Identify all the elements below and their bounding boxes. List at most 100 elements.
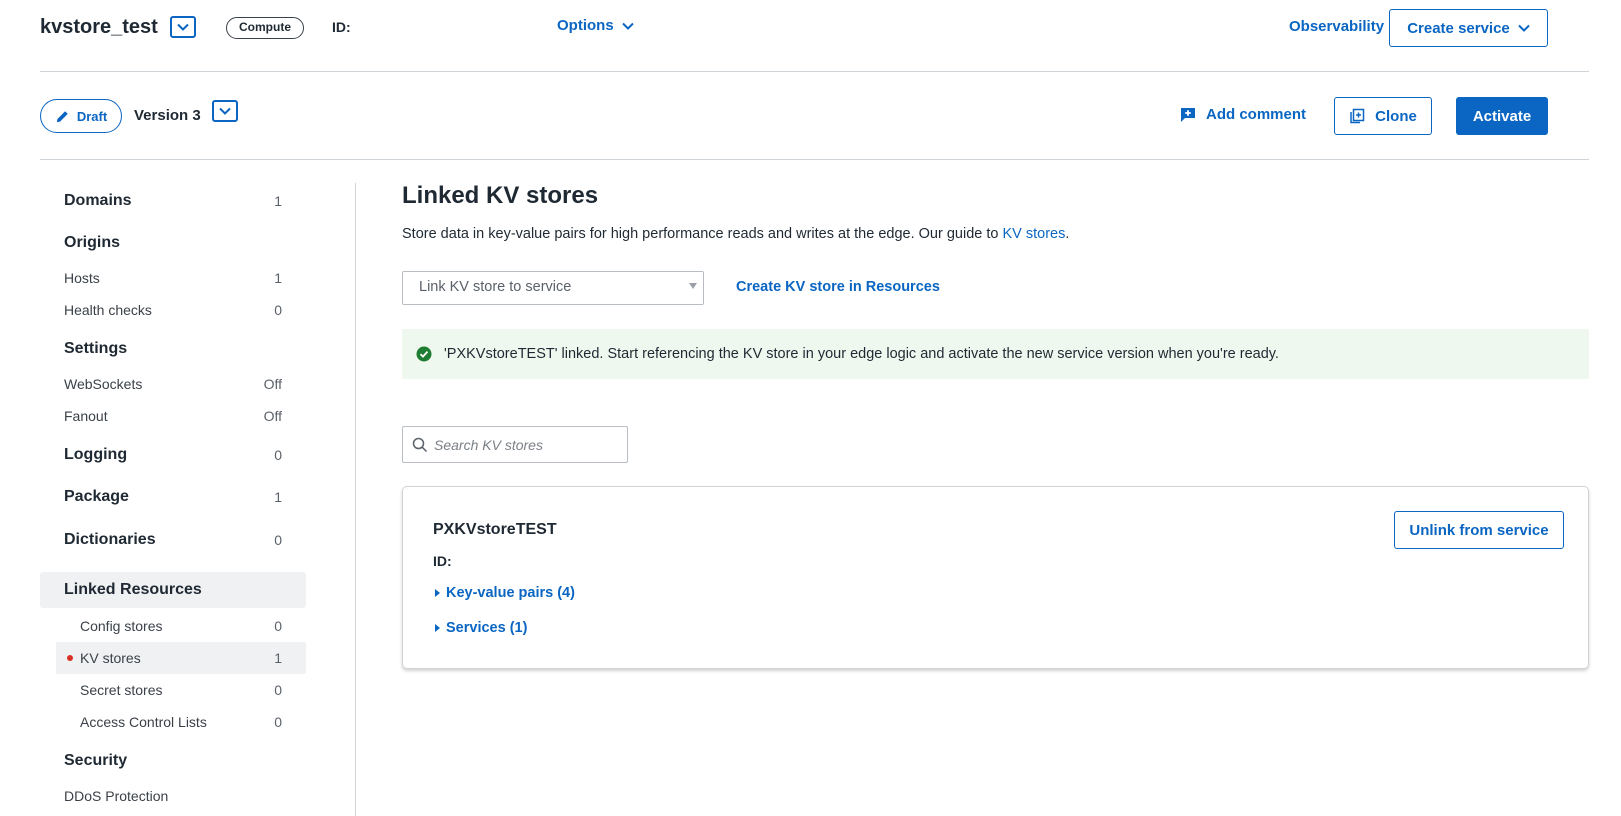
- success-alert-text: 'PXKVstoreTEST' linked. Start referencin…: [444, 346, 1279, 362]
- service-name: kvstore_test: [40, 16, 158, 38]
- options-menu[interactable]: Options: [557, 17, 634, 34]
- sidebar-item-label: Config stores: [80, 618, 163, 634]
- key-value-pairs-expander[interactable]: Key-value pairs (4): [435, 585, 575, 601]
- create-kv-store-link[interactable]: Create KV store in Resources: [736, 279, 940, 295]
- sidebar-item-dictionaries[interactable]: Dictionaries 0: [40, 527, 306, 553]
- key-value-pairs-label: Key-value pairs (4): [446, 585, 575, 601]
- sidebar-section-origins[interactable]: Origins: [40, 230, 306, 256]
- kv-store-id-label: ID:: [433, 553, 452, 569]
- sidebar-item-count: Off: [263, 408, 282, 424]
- sidebar-section-linked-resources[interactable]: Linked Resources: [40, 572, 306, 608]
- create-service-label: Create service: [1407, 19, 1510, 37]
- sidebar-item-label: Domains: [64, 192, 132, 209]
- add-comment-button[interactable]: Add comment: [1180, 106, 1306, 123]
- service-type-badge: Compute: [226, 17, 304, 39]
- sidebar-item-count: 1: [274, 489, 282, 505]
- description-end: .: [1065, 226, 1070, 242]
- success-alert: 'PXKVstoreTEST' linked. Start referencin…: [402, 329, 1589, 379]
- draft-label: Draft: [76, 108, 108, 124]
- caret-right-icon: [435, 624, 440, 632]
- sidebar-item-hosts[interactable]: Hosts 1: [40, 266, 306, 290]
- sidebar-item-label: Secret stores: [80, 682, 163, 698]
- sidebar-item-label: Health checks: [64, 302, 152, 318]
- sidebar-item-label: Linked Resources: [64, 581, 202, 598]
- sidebar-item-label: KV stores: [80, 650, 141, 666]
- kv-stores-guide-link[interactable]: KV stores: [1002, 226, 1065, 242]
- search-placeholder: Search KV stores: [434, 436, 543, 453]
- sidebar-item-ddos-protection[interactable]: DDoS Protection: [40, 784, 306, 808]
- sidebar-item-count: 0: [274, 682, 282, 698]
- draft-button[interactable]: Draft: [40, 99, 122, 133]
- sidebar-item-label: Logging: [64, 446, 128, 463]
- search-icon: [412, 437, 428, 452]
- chevron-down-icon: [1518, 24, 1530, 32]
- sidebar-item-count: 0: [274, 532, 282, 548]
- page-title: Linked KV stores: [402, 182, 599, 209]
- kv-store-name: PXKVstoreTEST: [433, 521, 557, 538]
- services-label: Services (1): [446, 620, 528, 636]
- sidebar-item-label: DDoS Protection: [64, 788, 169, 804]
- sidebar-item-label: Security: [64, 752, 128, 769]
- sidebar-item-fanout[interactable]: Fanout Off: [40, 404, 306, 428]
- version-switcher-button[interactable]: [212, 100, 238, 122]
- description-text: Store data in key-value pairs for high p…: [402, 226, 1003, 242]
- unlink-from-service-button[interactable]: Unlink from service: [1394, 511, 1564, 549]
- dropdown-arrow-icon: [689, 283, 697, 289]
- activate-button[interactable]: Activate: [1456, 97, 1548, 135]
- sidebar-item-package[interactable]: Package 1: [40, 484, 306, 510]
- service-id-label: ID:: [332, 19, 351, 35]
- sidebar-item-config-stores[interactable]: Config stores 0: [40, 614, 306, 638]
- service-switcher-button[interactable]: [170, 16, 196, 38]
- kv-store-card: PXKVstoreTEST ID: Key-value pairs (4) Se…: [402, 486, 1589, 669]
- clone-label: Clone: [1375, 107, 1417, 125]
- version-bar: Draft Version 3 Add comment Clone Activa…: [40, 72, 1589, 160]
- sidebar-item-kv-stores[interactable]: KV stores 1: [56, 642, 306, 674]
- link-kv-store-select[interactable]: Link KV store to service: [402, 271, 704, 305]
- sidebar-item-label: Settings: [64, 340, 128, 357]
- sidebar-item-label: WebSockets: [64, 376, 143, 392]
- sidebar-item-websockets[interactable]: WebSockets Off: [40, 372, 306, 396]
- services-expander[interactable]: Services (1): [435, 620, 527, 636]
- sidebar-item-secret-stores[interactable]: Secret stores 0: [40, 678, 306, 702]
- sidebar-section-settings[interactable]: Settings: [40, 336, 306, 362]
- sidebar-item-domains[interactable]: Domains 1: [40, 188, 306, 214]
- sidebar-item-label: Hosts: [64, 270, 100, 286]
- sidebar-item-count: 1: [274, 650, 282, 666]
- active-indicator-dot: [67, 655, 73, 661]
- observability-link[interactable]: Observability: [1289, 18, 1400, 35]
- create-service-button[interactable]: Create service: [1389, 9, 1548, 47]
- sidebar-item-label: Origins: [64, 234, 121, 251]
- sidebar-divider: [355, 183, 356, 816]
- sidebar-item-count: 0: [274, 618, 282, 634]
- clone-button[interactable]: Clone: [1334, 97, 1432, 135]
- sidebar-section-security[interactable]: Security: [40, 748, 306, 774]
- add-comment-label: Add comment: [1206, 106, 1307, 123]
- sidebar-item-label: Access Control Lists: [80, 714, 207, 730]
- sidebar-item-count: Off: [263, 376, 282, 392]
- sidebar-item-count: 1: [274, 270, 282, 286]
- link-kv-store-placeholder: Link KV store to service: [419, 279, 572, 295]
- chevron-down-icon: [177, 23, 189, 31]
- observability-label: Observability: [1289, 18, 1385, 35]
- comment-add-icon: [1181, 107, 1195, 122]
- chevron-down-icon: [219, 107, 231, 115]
- pencil-icon: [56, 110, 68, 122]
- sidebar-item-access-control-lists[interactable]: Access Control Lists 0: [40, 710, 306, 734]
- check-circle-icon: [416, 346, 432, 362]
- sidebar-item-label: Fanout: [64, 408, 108, 424]
- service-header: kvstore_test Compute ID: Options Observa…: [40, 0, 1589, 72]
- sidebar-item-count: 0: [274, 714, 282, 730]
- sidebar-item-logging[interactable]: Logging 0: [40, 442, 306, 468]
- caret-right-icon: [435, 589, 440, 597]
- clone-icon: [1350, 108, 1365, 124]
- page-description: Store data in key-value pairs for high p…: [402, 226, 1069, 242]
- sidebar-item-count: 1: [274, 193, 282, 209]
- sidebar-item-health-checks[interactable]: Health checks 0: [40, 298, 306, 322]
- sidebar-item-label: Package: [64, 488, 129, 505]
- chevron-down-icon: [621, 22, 634, 30]
- sidebar-item-count: 0: [274, 302, 282, 318]
- sidebar-item-count: 0: [274, 447, 282, 463]
- search-kv-stores-input[interactable]: Search KV stores: [402, 426, 628, 463]
- version-label: Version 3: [134, 107, 201, 124]
- sidebar-item-label: Dictionaries: [64, 531, 156, 548]
